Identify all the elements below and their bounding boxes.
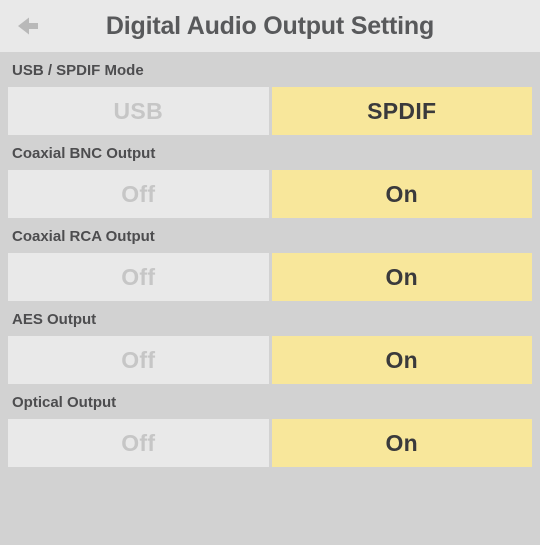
setting-group-coaxial-rca-output: Coaxial RCA Output Off On — [0, 218, 540, 301]
group-label-coaxial-rca-output: Coaxial RCA Output — [0, 218, 540, 253]
setting-group-usb-spdif-mode: USB / SPDIF Mode USB SPDIF — [0, 52, 540, 135]
digital-audio-output-setting-screen: Digital Audio Output Setting USB / SPDIF… — [0, 0, 540, 545]
option-row-usb-spdif-mode: USB SPDIF — [8, 87, 532, 135]
setting-group-aes-output: AES Output Off On — [0, 301, 540, 384]
group-label-coaxial-bnc-output: Coaxial BNC Output — [0, 135, 540, 170]
option-button-usb-spdif-mode-spdif[interactable]: SPDIF — [271, 87, 532, 135]
option-row-coaxial-bnc-output: Off On — [8, 170, 532, 218]
option-button-coaxial-bnc-output-off[interactable]: Off — [8, 170, 269, 218]
option-row-optical-output: Off On — [8, 419, 532, 467]
back-arrow-icon[interactable] — [12, 9, 46, 43]
option-row-aes-output: Off On — [8, 336, 532, 384]
option-button-coaxial-rca-output-off[interactable]: Off — [8, 253, 269, 301]
screen-header: Digital Audio Output Setting — [0, 0, 540, 52]
option-button-usb-spdif-mode-usb[interactable]: USB — [8, 87, 269, 135]
option-button-aes-output-off[interactable]: Off — [8, 336, 269, 384]
page-title: Digital Audio Output Setting — [105, 11, 435, 40]
back-arrow-glyph — [18, 17, 38, 35]
group-label-usb-spdif-mode: USB / SPDIF Mode — [0, 52, 540, 87]
group-label-aes-output: AES Output — [0, 301, 540, 336]
option-button-optical-output-off[interactable]: Off — [8, 419, 269, 467]
option-button-optical-output-on[interactable]: On — [271, 419, 532, 467]
settings-list: USB / SPDIF Mode USB SPDIF Coaxial BNC Outp… — [0, 52, 540, 467]
option-button-coaxial-rca-output-on[interactable]: On — [271, 253, 532, 301]
setting-group-coaxial-bnc-output: Coaxial BNC Output Off On — [0, 135, 540, 218]
setting-group-optical-output: Optical Output Off On — [0, 384, 540, 467]
group-label-optical-output: Optical Output — [0, 384, 540, 419]
option-button-coaxial-bnc-output-on[interactable]: On — [271, 170, 532, 218]
option-button-aes-output-on[interactable]: On — [271, 336, 532, 384]
option-row-coaxial-rca-output: Off On — [8, 253, 532, 301]
